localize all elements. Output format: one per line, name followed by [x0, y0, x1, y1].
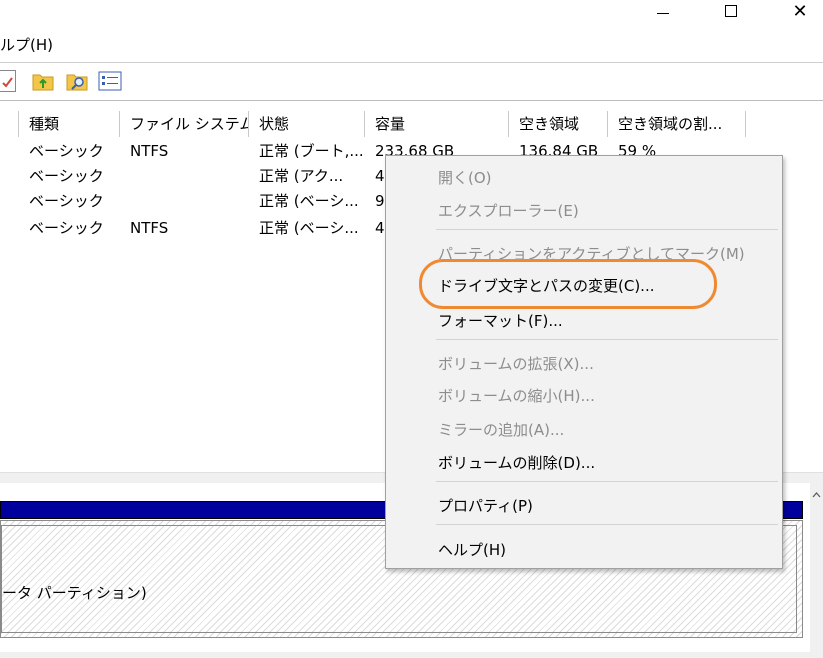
maximize-button[interactable]	[708, 0, 754, 22]
menu-item-add-mirror[interactable]: ミラーの追加(A)...	[388, 414, 780, 446]
minimize-icon	[657, 12, 669, 14]
cell-type: ベーシック	[29, 142, 104, 160]
check-document-icon[interactable]	[0, 70, 16, 92]
menu-separator	[436, 339, 778, 340]
menu-separator	[436, 481, 778, 482]
cell-status: 正常 (ブート,...	[259, 142, 364, 160]
cell-filesystem: NTFS	[130, 219, 169, 237]
menu-item-delete-volume[interactable]: ボリュームの削除(D)...	[388, 447, 780, 479]
cell-capacity: 9	[375, 192, 385, 210]
cell-status: 正常 (ベーシ...	[259, 192, 359, 210]
menu-item-help[interactable]: ヘルプ(H)	[388, 534, 780, 566]
column-header-capacity[interactable]: 容量	[365, 111, 509, 137]
cell-capacity: 4	[375, 219, 385, 237]
menu-item-change-drive-letter[interactable]: ドライブ文字とパスの変更(C)...	[388, 270, 780, 302]
minimize-button[interactable]	[640, 0, 686, 22]
up-folder-icon[interactable]	[32, 70, 54, 92]
menu-item-mark-active[interactable]: パーティションをアクティブとしてマーク(M)	[388, 238, 780, 270]
close-button[interactable]: ✕	[777, 0, 823, 22]
menu-item-extend-volume[interactable]: ボリュームの拡張(X)...	[388, 348, 780, 380]
maximize-icon	[725, 5, 737, 17]
column-header-free-space[interactable]: 空き領域	[509, 111, 608, 137]
menu-item-format[interactable]: フォーマット(F)...	[388, 305, 780, 337]
toolbar	[0, 64, 823, 100]
menubar: ルプ(H)	[0, 30, 53, 60]
properties-list-icon[interactable]	[98, 71, 122, 91]
partition-label: ータ パーティション)	[2, 584, 147, 602]
cell-type: ベーシック	[29, 219, 104, 237]
column-header-filesystem[interactable]: ファイル システム	[120, 111, 249, 137]
menubar-divider	[0, 62, 823, 63]
column-header-layout[interactable]	[0, 111, 19, 137]
menu-item-explorer[interactable]: エクスプローラー(E)	[388, 195, 780, 227]
menu-item-open[interactable]: 開く(O)	[388, 162, 780, 194]
cell-type: ベーシック	[29, 167, 104, 185]
column-header-free-percent[interactable]: 空き領域の割...	[608, 111, 746, 137]
close-icon: ✕	[792, 0, 808, 22]
menu-item-shrink-volume[interactable]: ボリュームの縮小(H)...	[388, 380, 780, 412]
menu-separator	[436, 524, 778, 525]
scroll-up-arrow-icon[interactable]	[810, 489, 823, 503]
cell-status: 正常 (アク...	[259, 167, 344, 185]
cell-type: ベーシック	[29, 192, 104, 210]
menu-item-properties[interactable]: プロパティ(P)	[388, 490, 780, 522]
menu-help[interactable]: ルプ(H)	[0, 36, 53, 54]
cell-capacity: 4	[375, 167, 385, 185]
column-header-type[interactable]: 種類	[19, 111, 120, 137]
volume-list-header: 種類 ファイル システム 状態 容量 空き領域 空き領域の割...	[0, 111, 823, 137]
vertical-scrollbar[interactable]	[810, 483, 823, 658]
cell-status: 正常 (ベーシ...	[259, 219, 359, 237]
search-folder-icon[interactable]	[66, 70, 88, 92]
cell-filesystem: NTFS	[130, 142, 169, 160]
menu-separator	[436, 229, 778, 230]
horizontal-scrollbar[interactable]	[0, 652, 810, 658]
toolbar-divider	[0, 100, 823, 101]
context-menu: 開く(O) エクスプローラー(E) パーティションをアクティブとしてマーク(M)…	[385, 155, 783, 569]
column-header-status[interactable]: 状態	[249, 111, 365, 137]
